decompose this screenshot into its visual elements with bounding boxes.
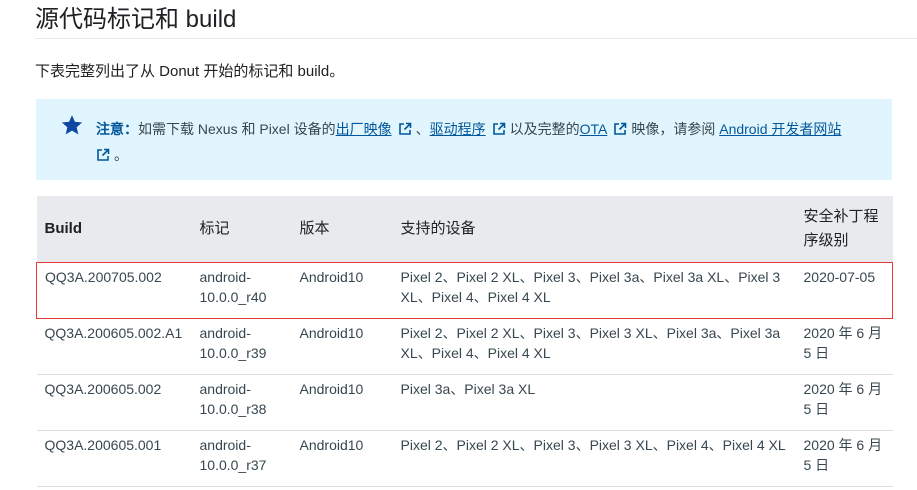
cell-devices: Pixel 2、Pixel 2 XL、Pixel 3、Pixel 3 XL、Pi… xyxy=(392,318,796,375)
cell-version: Android10 xyxy=(291,430,393,487)
cell-tag: android-10.0.0_r37 xyxy=(191,430,292,487)
note-label: 注意： xyxy=(96,121,138,137)
cell-version: Android10 xyxy=(291,318,393,375)
cell-build: QQ3A.200705.002 xyxy=(36,261,192,319)
intro-text: 下表完整列出了从 Donut 开始的标记和 build。 xyxy=(35,63,345,80)
star-icon xyxy=(61,115,83,135)
cell-patch: 2020 年 6 月 5 日 xyxy=(795,374,893,431)
note-text: 注意：如需下载 Nexus 和 Pixel 设备的出厂映像 、驱动程序 以及完整的O… xyxy=(96,116,856,168)
android-developers-link[interactable]: Android 开发者网站 xyxy=(719,121,841,137)
table-header-row: Build 标记 版本 支持的设备 安全补丁程序级别 xyxy=(36,196,893,262)
table-row: QQ3A.200605.002 android-10.0.0_r38 Andro… xyxy=(36,374,893,431)
build-table-container: Build 标记 版本 支持的设备 安全补丁程序级别 QQ3A.200705.0… xyxy=(36,196,893,487)
cell-tag: android-10.0.0_r38 xyxy=(191,374,292,431)
cell-tag: android-10.0.0_r39 xyxy=(191,318,292,375)
header-build: Build xyxy=(44,219,83,237)
cell-tag: android-10.0.0_r40 xyxy=(191,261,292,319)
page-title: 源代码标记和 build xyxy=(35,6,237,33)
external-link-icon[interactable] xyxy=(398,122,412,136)
note-box: 注意：如需下载 Nexus 和 Pixel 设备的出厂映像 、驱动程序 以及完整的O… xyxy=(36,99,892,180)
cell-version: Android10 xyxy=(291,261,393,319)
cell-patch: 2020 年 6 月 5 日 xyxy=(795,318,893,375)
header-tag: 标记 xyxy=(199,219,230,237)
table-row: QQ3A.200605.002.A1 android-10.0.0_r39 An… xyxy=(36,318,893,375)
cell-build: QQ3A.200605.002 xyxy=(36,374,192,431)
drivers-link[interactable]: 驱动程序 xyxy=(430,121,486,137)
title-divider xyxy=(35,38,917,39)
note-text-end: 。 xyxy=(114,147,128,163)
ota-link[interactable]: OTA xyxy=(580,121,608,137)
cell-build: QQ3A.200605.001 xyxy=(36,430,192,487)
factory-images-link[interactable]: 出厂映像 xyxy=(336,121,392,137)
note-separator: 、 xyxy=(415,121,430,137)
cell-devices: Pixel 3a、Pixel 3a XL xyxy=(392,374,796,431)
header-security-patch: 安全补丁程序级别 xyxy=(803,207,879,249)
cell-devices: Pixel 2、Pixel 2 XL、Pixel 3、Pixel 3 XL、Pi… xyxy=(392,430,796,487)
cell-patch: 2020 年 6 月 5 日 xyxy=(795,430,893,487)
cell-build: QQ3A.200605.002.A1 xyxy=(36,318,192,375)
note-text-part: 映像，请参阅 xyxy=(631,121,716,137)
external-link-icon[interactable] xyxy=(96,148,110,162)
external-link-icon[interactable] xyxy=(492,122,506,136)
header-devices: 支持的设备 xyxy=(400,219,476,237)
header-version: 版本 xyxy=(299,219,330,237)
external-link-icon[interactable] xyxy=(613,122,627,136)
table-row: QQ3A.200605.001 android-10.0.0_r37 Andro… xyxy=(36,430,893,487)
cell-patch: 2020-07-05 xyxy=(795,261,893,319)
build-table: Build 标记 版本 支持的设备 安全补丁程序级别 QQ3A.200705.0… xyxy=(36,196,893,487)
note-text-part: 如需下载 Nexus 和 Pixel 设备的 xyxy=(138,121,336,137)
table-row-highlighted: QQ3A.200705.002 android-10.0.0_r40 Andro… xyxy=(36,261,893,319)
cell-version: Android10 xyxy=(291,374,393,431)
cell-devices: Pixel 2、Pixel 2 XL、Pixel 3、Pixel 3a、Pixe… xyxy=(392,261,796,319)
note-text-part: 以及完整的 xyxy=(509,121,580,137)
